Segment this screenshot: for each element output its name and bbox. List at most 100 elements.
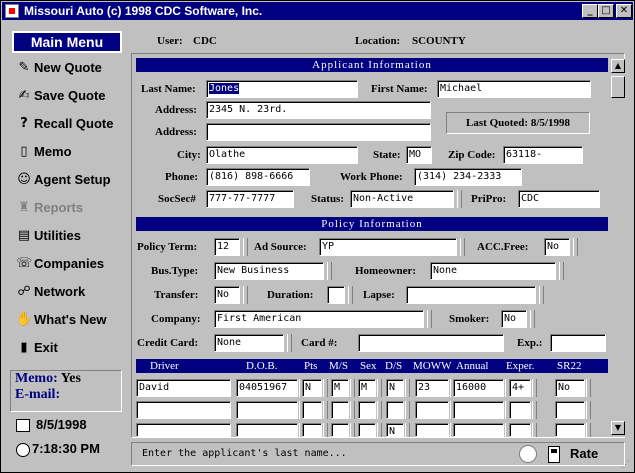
driver-cell-dropdown-arrow[interactable] — [377, 379, 382, 397]
driver-cell-dropdown-arrow[interactable] — [405, 423, 410, 437]
phone-field[interactable]: (816) 898-6666 — [206, 168, 310, 186]
driver-cell-sex[interactable] — [358, 401, 376, 419]
driver-cell-driver[interactable]: David — [136, 379, 231, 397]
scroll-up-button[interactable]: ▲ — [611, 59, 625, 73]
driver-cell-driver[interactable] — [136, 423, 231, 437]
credit-card-select[interactable]: None — [214, 334, 284, 352]
ad-source-select[interactable]: YP — [319, 238, 457, 256]
socsec-field[interactable]: 777-77-7777 — [206, 190, 294, 208]
company-dropdown-arrow[interactable] — [427, 310, 432, 328]
status-select[interactable]: Non-Active — [350, 190, 454, 208]
acc-free-select[interactable]: No — [544, 238, 570, 256]
utilities-icon: ▤ — [17, 228, 31, 243]
driver-cell-moww[interactable] — [415, 423, 449, 437]
duration-field[interactable] — [327, 286, 345, 304]
bus-type-select[interactable]: New Business — [214, 262, 324, 280]
title-bar[interactable]: Missouri Auto (c) 1998 CDC Software, Inc… — [2, 2, 633, 20]
state-field[interactable]: MO — [406, 146, 432, 164]
driver-cell-pts[interactable]: N — [302, 379, 322, 397]
bus-type-dropdown-arrow[interactable] — [327, 262, 332, 280]
credit-card-dropdown-arrow[interactable] — [287, 334, 292, 352]
driver-cell-dropdown-arrow[interactable] — [532, 423, 537, 437]
work-phone-field[interactable]: (314) 234-2333 — [414, 168, 522, 186]
vertical-scrollbar[interactable]: ▲ ▼ — [611, 59, 625, 437]
driver-cell-driver[interactable] — [136, 401, 231, 419]
transfer-dropdown-arrow[interactable] — [243, 286, 248, 304]
lapse-field[interactable] — [406, 286, 536, 304]
driver-cell-dropdown-arrow[interactable] — [350, 379, 355, 397]
driver-cell-dropdown-arrow[interactable] — [586, 401, 591, 419]
driver-cell-dropdown-arrow[interactable] — [323, 379, 328, 397]
driver-cell-dob[interactable]: 04051967 — [236, 379, 298, 397]
driver-cell-dropdown-arrow[interactable] — [586, 423, 591, 437]
driver-cell-dropdown-arrow[interactable] — [323, 401, 328, 419]
driver-cell-dropdown-arrow[interactable] — [377, 401, 382, 419]
driver-cell-ms[interactable] — [331, 401, 349, 419]
acc-free-dropdown-arrow[interactable] — [573, 238, 578, 256]
applicant-section-header: Applicant Information — [136, 58, 608, 72]
driver-cell-pts[interactable] — [302, 423, 322, 437]
rate-button[interactable]: Rate — [546, 445, 606, 465]
driver-cell-moww[interactable] — [415, 401, 449, 419]
lapse-dropdown-arrow[interactable] — [539, 286, 544, 304]
driver-cell-dropdown-arrow[interactable] — [350, 401, 355, 419]
driver-cell-annual[interactable] — [453, 401, 504, 419]
pripro-field[interactable]: CDC — [518, 190, 600, 208]
city-field[interactable]: Olathe — [206, 146, 358, 164]
status-dropdown-arrow[interactable] — [457, 190, 462, 208]
maximize-button[interactable]: □ — [598, 4, 614, 18]
homeowner-dropdown-arrow[interactable] — [559, 262, 564, 280]
driver-cell-exper[interactable] — [509, 423, 531, 437]
driver-cell-sr22[interactable] — [555, 423, 585, 437]
exp-field[interactable] — [550, 334, 606, 352]
last-name-field[interactable]: Jones — [206, 80, 358, 98]
transfer-select[interactable]: No — [214, 286, 240, 304]
first-name-field[interactable]: Michael — [437, 80, 591, 98]
driver-cell-sex[interactable]: M — [358, 379, 376, 397]
app-icon[interactable] — [5, 4, 19, 18]
driver-cell-exper[interactable] — [509, 401, 531, 419]
smoker-select[interactable]: No — [501, 310, 527, 328]
driver-cell-dropdown-arrow[interactable] — [350, 423, 355, 437]
policy-term-select[interactable]: 12 — [214, 238, 240, 256]
company-select[interactable]: First American — [214, 310, 424, 328]
driver-cell-sr22[interactable] — [555, 401, 585, 419]
zip-field[interactable]: 63118- — [503, 146, 583, 164]
smoker-dropdown-arrow[interactable] — [530, 310, 535, 328]
driver-cell-moww[interactable]: 23 — [415, 379, 449, 397]
driver-cell-annual[interactable]: 16000 — [453, 379, 504, 397]
driver-cell-ds[interactable] — [386, 401, 404, 419]
card-number-field[interactable] — [358, 334, 504, 352]
driver-cell-dropdown-arrow[interactable] — [586, 379, 591, 397]
minimize-button[interactable]: _ — [582, 4, 598, 18]
address1-field[interactable]: 2345 N. 23rd. — [206, 101, 431, 119]
driver-cell-ds[interactable]: N — [386, 423, 404, 437]
driver-cell-sex[interactable] — [358, 423, 376, 437]
driver-cell-ms[interactable] — [331, 423, 349, 437]
resize-grip[interactable]: ⋰ — [621, 459, 633, 471]
driver-cell-dropdown-arrow[interactable] — [405, 379, 410, 397]
driver-cell-sr22[interactable]: No — [555, 379, 585, 397]
homeowner-select[interactable]: None — [430, 262, 556, 280]
exit-icon: ▮ — [20, 340, 28, 355]
driver-cell-dropdown-arrow[interactable] — [405, 401, 410, 419]
address2-field[interactable] — [206, 123, 431, 141]
duration-dropdown-arrow[interactable] — [348, 286, 353, 304]
driver-cell-pts[interactable] — [302, 401, 322, 419]
driver-cell-dropdown-arrow[interactable] — [532, 379, 537, 397]
policy-term-dropdown-arrow[interactable] — [243, 238, 248, 256]
scroll-down-button[interactable]: ▼ — [611, 421, 625, 435]
driver-cell-exper[interactable]: 4+ — [509, 379, 531, 397]
driver-cell-annual[interactable] — [453, 423, 504, 437]
driver-cell-dropdown-arrow[interactable] — [377, 423, 382, 437]
driver-cell-dob[interactable] — [236, 401, 298, 419]
driver-cell-dropdown-arrow[interactable] — [532, 401, 537, 419]
close-button[interactable]: ✕ — [616, 4, 632, 18]
driver-cell-dropdown-arrow[interactable] — [323, 423, 328, 437]
driver-cell-ms[interactable]: M — [331, 379, 349, 397]
scroll-thumb[interactable] — [611, 76, 625, 98]
driver-cell-dob[interactable] — [236, 423, 298, 437]
recall-quote-icon: ? — [20, 116, 28, 131]
ad-source-dropdown-arrow[interactable] — [460, 238, 465, 256]
driver-cell-ds[interactable]: N — [386, 379, 404, 397]
